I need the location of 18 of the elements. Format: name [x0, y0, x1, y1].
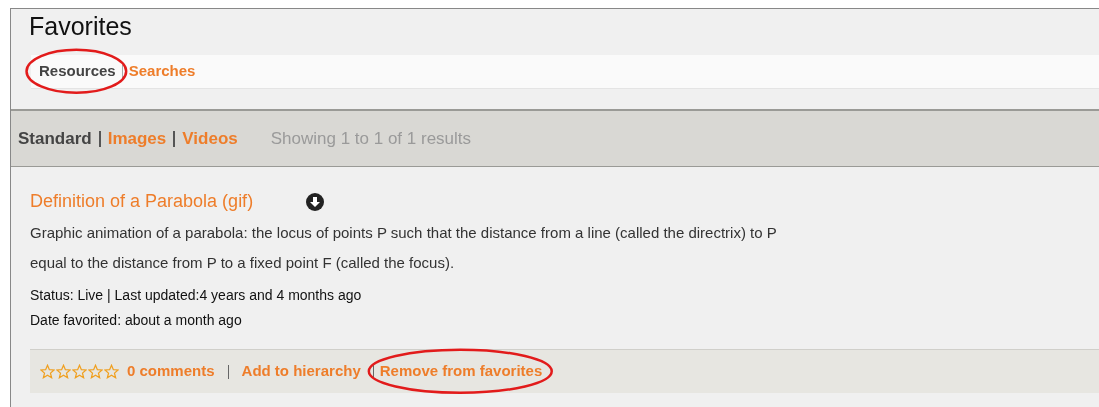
status-line: Status: Live | Last updated:4 years and 4 months ago: [30, 286, 363, 305]
view-filter-link[interactable]: Standard: [18, 125, 92, 152]
star-icon[interactable]: [40, 364, 55, 379]
results-summary: Showing 1 to 1 of 1 results: [270, 127, 472, 150]
action-link[interactable]: Add to hierarchy: [241, 360, 361, 383]
download-icon[interactable]: [306, 193, 325, 211]
date-favorited: Date favorited: about a month ago: [30, 311, 243, 330]
result-description: Graphic animation of a parabola: the locus of points P such that the distance from a line (called the directrix) to P equal to the distance from P to a fixed point F (called the focus).: [30, 223, 778, 273]
star-icon[interactable]: [56, 364, 71, 379]
tab[interactable]: Searches: [128, 60, 196, 83]
view-filter-link[interactable]: Videos: [182, 125, 238, 152]
result-title-link[interactable]: Definition of a Parabola (gif): [30, 187, 254, 215]
star-icon[interactable]: [72, 364, 87, 379]
action-link[interactable]: 0 comments: [127, 360, 215, 383]
page-title: Favorites: [29, 12, 132, 40]
star-icon[interactable]: [88, 364, 103, 379]
view-filter-link[interactable]: Images: [107, 125, 167, 152]
star-icon[interactable]: [104, 364, 119, 379]
